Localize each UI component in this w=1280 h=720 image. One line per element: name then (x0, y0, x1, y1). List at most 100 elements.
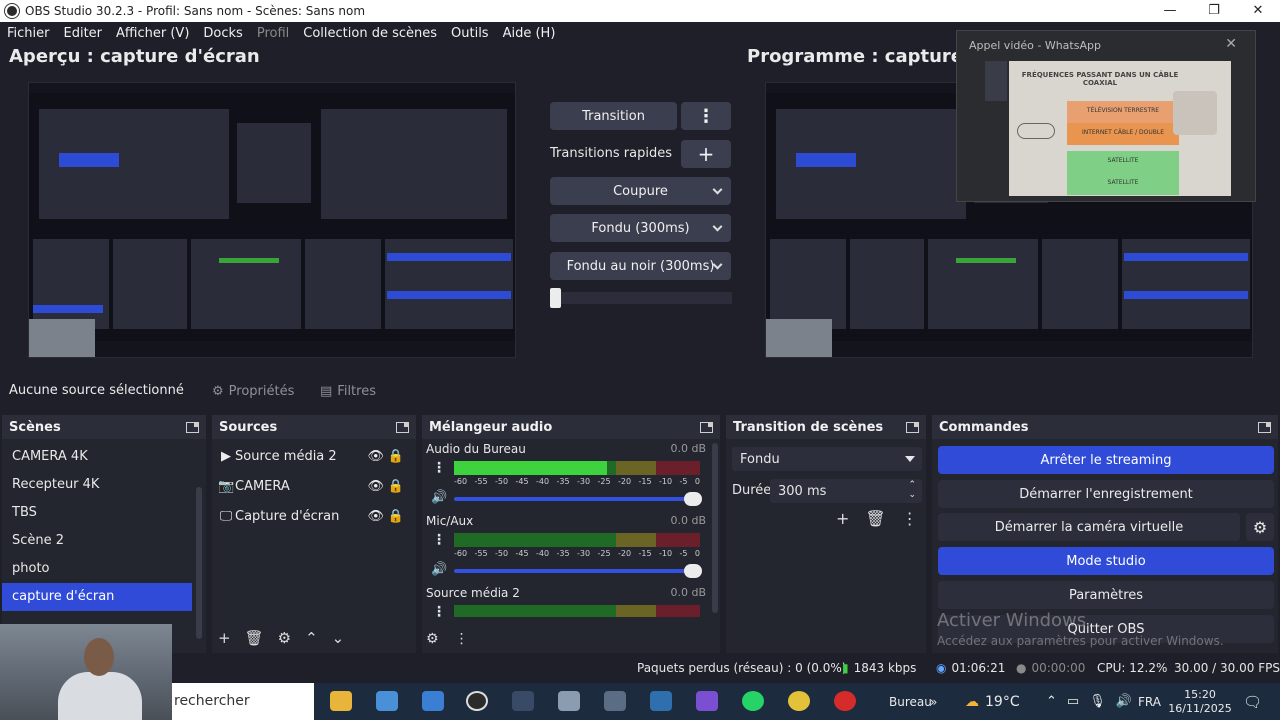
delete-trash-icon[interactable]: 🗑 (245, 629, 264, 647)
menu-aide[interactable]: Aide (H) (496, 26, 563, 41)
popout-icon[interactable] (396, 421, 409, 433)
app-icon[interactable] (558, 691, 580, 711)
quick-transition-coupure[interactable]: Coupure (550, 177, 731, 205)
preview-canvas[interactable] (28, 82, 516, 358)
menu-fichier[interactable]: Fichier (0, 26, 57, 41)
weather-widget[interactable]: ☁ 19°C (965, 683, 1020, 720)
filters-button[interactable]: ▤ Filtres (320, 380, 376, 402)
kebab-menu-icon[interactable]: ⋮ (432, 604, 446, 620)
start-recording-button[interactable]: Démarrer l'enregistrement (938, 480, 1274, 508)
network-icon[interactable]: ▭ (1067, 694, 1079, 709)
move-down-chevron-icon[interactable]: ⌄ (332, 629, 345, 647)
chevron-right-icon[interactable]: » (930, 683, 937, 720)
quick-transition-fondu[interactable]: Fondu (300ms) (550, 214, 731, 242)
language-indicator[interactable]: FRA (1138, 683, 1161, 720)
transition-slider-handle[interactable] (550, 288, 561, 308)
lock-icon[interactable]: 🔒 (388, 509, 404, 524)
properties-button[interactable]: ⚙ Propriétés (212, 380, 294, 402)
taskbar-search[interactable]: rechercher (172, 683, 314, 720)
transition-select[interactable]: Fondu (732, 447, 922, 471)
popout-icon[interactable] (1258, 421, 1271, 433)
app-icon[interactable] (834, 691, 856, 711)
stop-streaming-button[interactable]: Arrêter le streaming (938, 446, 1274, 474)
whatsapp-call-window[interactable]: Appel vidéo - WhatsApp ✕ FRÉQUENCES PASS… (956, 30, 1256, 202)
move-up-chevron-icon[interactable]: ⌃ (305, 629, 318, 647)
studio-mode-button[interactable]: Mode studio (938, 547, 1274, 575)
microphone-icon[interactable]: 🎙 (1089, 694, 1106, 709)
popout-icon[interactable] (906, 421, 919, 433)
obs-taskbar-icon[interactable] (466, 691, 488, 711)
source-item[interactable]: 📷 CAMERA 👁 🔒 (212, 471, 416, 501)
scene-item[interactable]: CAMERA 4K (2, 443, 192, 471)
chevron-up-icon[interactable]: ⌃ (1046, 694, 1057, 709)
menu-docks[interactable]: Docks (196, 26, 249, 41)
add-source-plus-icon[interactable]: + (218, 629, 231, 647)
speaker-icon[interactable]: 🔊 (431, 490, 447, 505)
scene-item[interactable]: photo (2, 555, 192, 583)
menu-collection-scenes[interactable]: Collection de scènes (296, 26, 444, 41)
menu-profil[interactable]: Profil (250, 26, 296, 41)
menu-outils[interactable]: Outils (444, 26, 496, 41)
notifications-icon[interactable]: 🗨 (1243, 683, 1262, 720)
preview-mini-stream-btn (387, 253, 511, 261)
eye-icon[interactable]: 👁 (367, 509, 384, 524)
app-icon[interactable] (650, 691, 672, 711)
spin-arrows-icon[interactable]: ⌃ ⌄ (908, 480, 916, 500)
popout-icon[interactable] (700, 421, 713, 433)
close-icon[interactable]: ✕ (1236, 0, 1280, 22)
camera-app-icon[interactable] (512, 691, 534, 711)
transition-menu-kebab-icon[interactable]: ⋮ (681, 102, 731, 130)
volume-slider-knob[interactable] (684, 492, 702, 506)
maximize-icon[interactable]: ❐ (1192, 0, 1236, 22)
speaker-icon[interactable]: 🔊 (431, 562, 447, 577)
source-item[interactable]: 🖵 Capture d'écran 👁 🔒 (212, 501, 416, 531)
settings-button[interactable]: Paramètres (938, 581, 1274, 609)
menu-afficher[interactable]: Afficher (V) (109, 26, 196, 41)
scene-item[interactable]: TBS (2, 499, 192, 527)
popout-icon[interactable] (186, 421, 199, 433)
scene-item[interactable]: Recepteur 4K (2, 471, 192, 499)
gear-icon[interactable]: ⚙ (426, 631, 439, 647)
source-item[interactable]: ▶ Source média 2 👁 🔒 (212, 441, 416, 471)
volume-icon[interactable]: 🔊 (1116, 694, 1132, 709)
add-transition-plus-icon[interactable]: + (836, 509, 849, 528)
scene-item-selected[interactable]: capture d'écran (2, 583, 192, 611)
virtual-camera-settings-gear-icon[interactable]: ⚙ (1246, 513, 1274, 541)
duration-input[interactable]: 300 ms ⌃ ⌄ (770, 479, 922, 503)
minimize-icon[interactable]: — (1148, 0, 1192, 22)
calculator-icon[interactable] (604, 691, 626, 711)
scenes-scrollbar[interactable] (196, 487, 202, 639)
volume-slider-knob[interactable] (684, 564, 702, 578)
delete-trash-icon[interactable]: 🗑 (865, 509, 885, 528)
kebab-menu-icon[interactable]: ⋮ (902, 509, 918, 528)
app-icon[interactable] (422, 691, 444, 711)
scene-item[interactable]: Scène 2 (2, 527, 192, 555)
kebab-menu-icon[interactable]: ⋮ (455, 631, 469, 647)
coaxial-connector-icon (1017, 123, 1055, 139)
menu-editer[interactable]: Editer (57, 26, 110, 41)
close-icon[interactable]: ✕ (1225, 36, 1237, 52)
start-virtual-camera-button[interactable]: Démarrer la caméra virtuelle (938, 513, 1240, 541)
store-icon[interactable] (376, 691, 398, 711)
eye-icon[interactable]: 👁 (367, 479, 384, 494)
volume-slider[interactable] (454, 492, 702, 506)
app-icon[interactable] (696, 691, 718, 711)
chrome-icon[interactable] (788, 691, 810, 711)
transition-button[interactable]: Transition (550, 102, 677, 130)
whatsapp-icon[interactable] (742, 691, 764, 711)
eye-icon[interactable]: 👁 (367, 449, 384, 464)
lock-icon[interactable]: 🔒 (388, 479, 404, 494)
gear-icon[interactable]: ⚙ (278, 629, 291, 647)
kebab-menu-icon[interactable]: ⋮ (432, 532, 446, 548)
mixer-scrollbar[interactable] (712, 443, 718, 613)
lock-icon[interactable]: 🔒 (388, 449, 404, 464)
preview-mini-meter (219, 258, 279, 263)
file-explorer-icon[interactable] (330, 691, 352, 711)
desktop-label[interactable]: Bureau (889, 683, 932, 720)
clock[interactable]: 15:20 16/11/2025 (1168, 683, 1231, 720)
transition-slider[interactable] (550, 288, 732, 308)
quick-transition-fondu-noir[interactable]: Fondu au noir (300ms) (550, 252, 731, 280)
volume-slider[interactable] (454, 564, 702, 578)
add-quick-transition-plus-icon[interactable]: + (681, 140, 731, 168)
kebab-menu-icon[interactable]: ⋮ (432, 460, 446, 476)
